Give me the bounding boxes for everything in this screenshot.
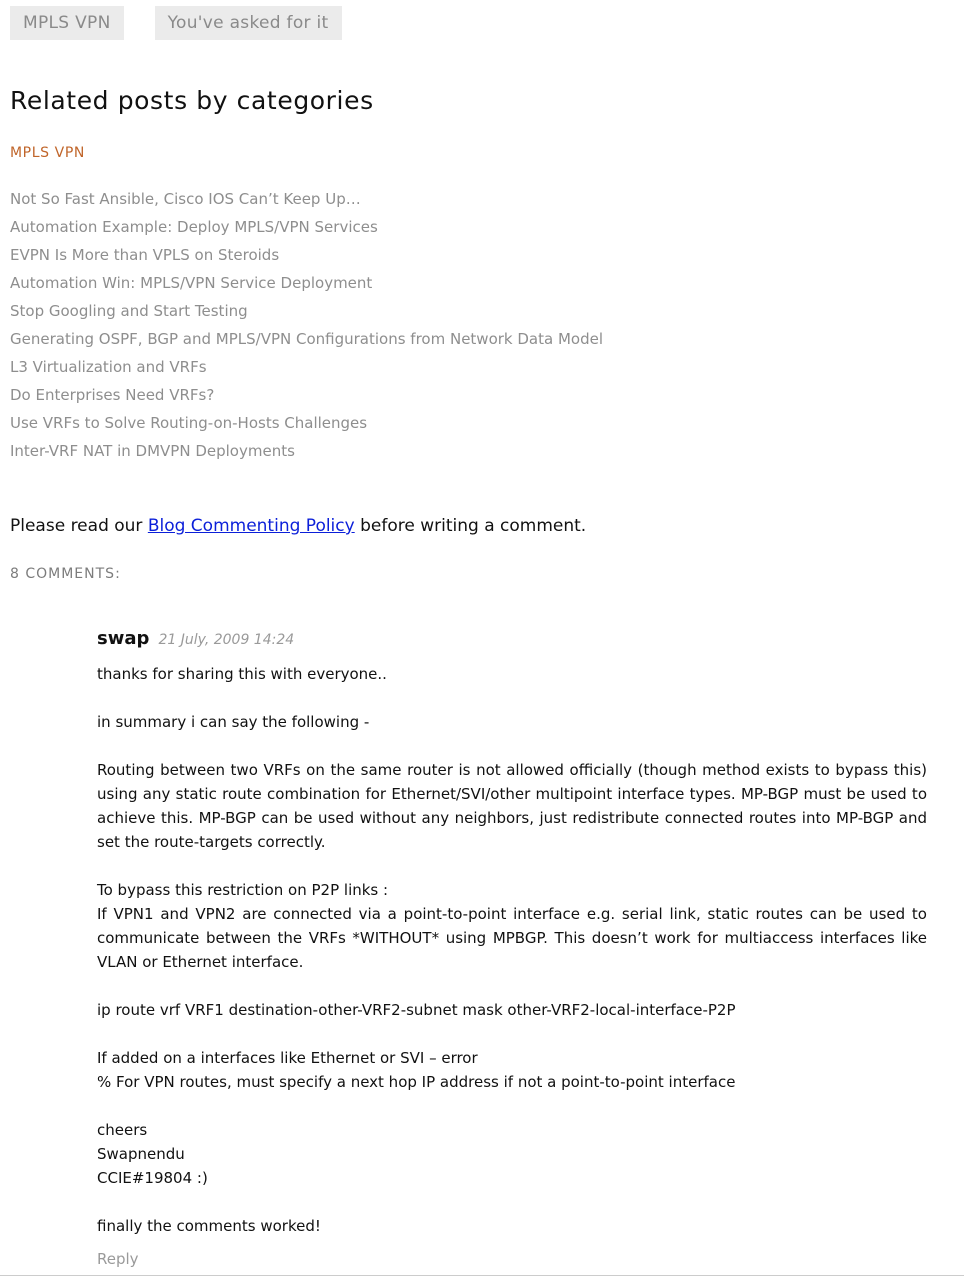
list-item: Not So Fast Ansible, Cisco IOS Can’t Kee… xyxy=(10,188,603,216)
related-post-link[interactable]: L3 Virtualization and VRFs xyxy=(10,358,207,376)
list-item: Stop Googling and Start Testing xyxy=(10,300,603,328)
comment-line: in summary i can say the following - xyxy=(97,713,370,731)
reply-link[interactable]: Reply xyxy=(97,1250,139,1268)
comment-line: Routing between two VRFs on the same rou… xyxy=(97,761,927,851)
list-item: L3 Virtualization and VRFs xyxy=(10,356,603,384)
commenting-policy-notice: Please read our Blog Commenting Policy b… xyxy=(10,516,586,536)
comment-header: swap 21 July, 2009 14:24 xyxy=(97,626,927,654)
related-post-link[interactable]: Use VRFs to Solve Routing-on-Hosts Chall… xyxy=(10,414,367,432)
tag-list: MPLS VPN You've asked for it xyxy=(10,6,342,40)
comment-line: cheers xyxy=(97,1121,148,1139)
tag-youve-asked-for-it[interactable]: You've asked for it xyxy=(154,6,342,40)
list-item: Automation Example: Deploy MPLS/VPN Serv… xyxy=(10,216,603,244)
comment-paragraph: cheers Swapnendu CCIE#19804 :) xyxy=(97,1118,927,1190)
comment: swap 21 July, 2009 14:24 thanks for shar… xyxy=(97,626,927,1268)
comment-line: Swapnendu xyxy=(97,1145,185,1163)
blog-post-footer: MPLS VPN You've asked for it Related pos… xyxy=(0,0,964,1277)
list-item: Use VRFs to Solve Routing-on-Hosts Chall… xyxy=(10,412,603,440)
commenting-policy-link[interactable]: Blog Commenting Policy xyxy=(148,516,355,536)
related-posts-heading: Related posts by categories xyxy=(10,86,374,115)
comment-paragraph: ip route vrf VRF1 destination-other-VRF2… xyxy=(97,998,927,1022)
comment-date: 21 July, 2009 14:24 xyxy=(158,632,295,648)
tag-mpls-vpn[interactable]: MPLS VPN xyxy=(10,6,124,40)
comment-paragraph: If added on a interfaces like Ethernet o… xyxy=(97,1046,927,1094)
related-post-link[interactable]: Not So Fast Ansible, Cisco IOS Can’t Kee… xyxy=(10,190,361,208)
list-item: EVPN Is More than VPLS on Steroids xyxy=(10,244,603,272)
comment-line: % For VPN routes, must specify a next ho… xyxy=(97,1073,736,1091)
list-item: Inter-VRF NAT in DMVPN Deployments xyxy=(10,440,603,468)
comment-paragraph: thanks for sharing this with everyone.. xyxy=(97,662,927,686)
comment-author: swap xyxy=(97,628,150,649)
policy-suffix-text: before writing a comment. xyxy=(354,516,587,536)
comment-line: finally the comments worked! xyxy=(97,1217,321,1235)
related-category-label: MPLS VPN xyxy=(10,145,85,161)
comment-line: If added on a interfaces like Ethernet o… xyxy=(97,1049,478,1067)
comment-line: If VPN1 and VPN2 are connected via a poi… xyxy=(97,905,927,971)
list-item: Generating OSPF, BGP and MPLS/VPN Config… xyxy=(10,328,603,356)
comments-count: 8 COMMENTS: xyxy=(10,566,121,582)
policy-prefix-text: Please read our xyxy=(10,516,148,536)
list-item: Do Enterprises Need VRFs? xyxy=(10,384,603,412)
related-post-link[interactable]: Inter-VRF NAT in DMVPN Deployments xyxy=(10,442,295,460)
related-post-link[interactable]: Generating OSPF, BGP and MPLS/VPN Config… xyxy=(10,330,603,348)
comment-line: ip route vrf VRF1 destination-other-VRF2… xyxy=(97,1001,736,1019)
related-posts-list: Not So Fast Ansible, Cisco IOS Can’t Kee… xyxy=(10,188,603,468)
related-post-link[interactable]: EVPN Is More than VPLS on Steroids xyxy=(10,246,279,264)
divider xyxy=(0,1275,964,1276)
comment-paragraph: finally the comments worked! xyxy=(97,1214,927,1238)
comment-body: thanks for sharing this with everyone.. … xyxy=(97,662,927,1238)
comment-line: thanks for sharing this with everyone.. xyxy=(97,665,387,683)
related-post-link[interactable]: Stop Googling and Start Testing xyxy=(10,302,248,320)
comment-paragraph: To bypass this restriction on P2P links … xyxy=(97,878,927,974)
list-item: Automation Win: MPLS/VPN Service Deploym… xyxy=(10,272,603,300)
comment-line: CCIE#19804 :) xyxy=(97,1169,208,1187)
comment-paragraph: Routing between two VRFs on the same rou… xyxy=(97,758,927,854)
related-post-link[interactable]: Automation Win: MPLS/VPN Service Deploym… xyxy=(10,274,372,292)
related-post-link[interactable]: Do Enterprises Need VRFs? xyxy=(10,386,214,404)
comment-line: To bypass this restriction on P2P links … xyxy=(97,881,389,899)
related-post-link[interactable]: Automation Example: Deploy MPLS/VPN Serv… xyxy=(10,218,378,236)
comment-paragraph: in summary i can say the following - xyxy=(97,710,927,734)
